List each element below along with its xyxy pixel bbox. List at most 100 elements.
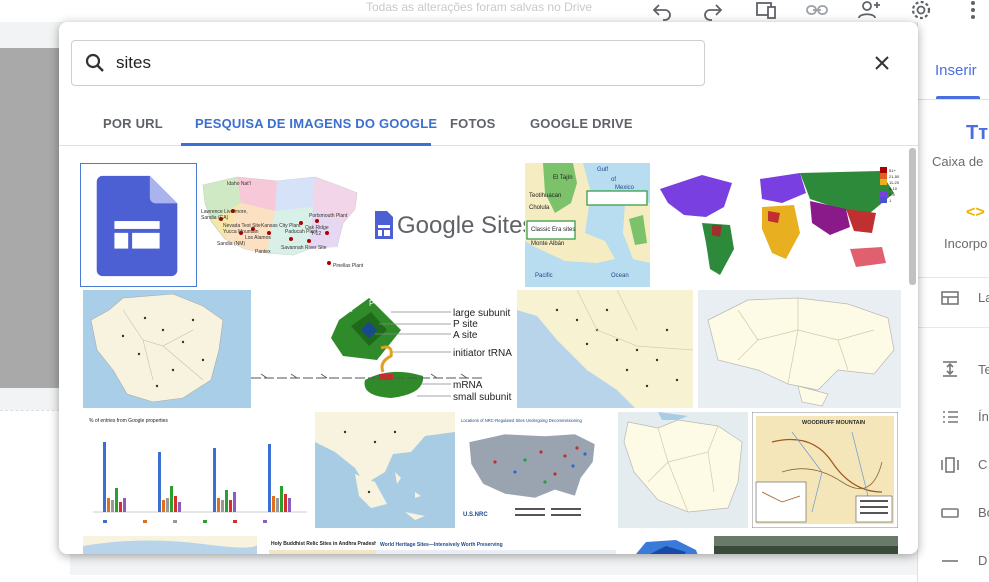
us-map-sites-image[interactable]: Idaho Nat'l Lawrence Livermore,Sandia (C… <box>197 163 367 287</box>
svg-text:Portsmouth Plant: Portsmouth Plant <box>309 213 348 219</box>
results-scrollbar[interactable] <box>907 146 918 554</box>
layout-label[interactable]: La <box>978 290 989 305</box>
divider-label[interactable]: D <box>978 553 987 568</box>
svg-text:2-5: 2-5 <box>889 192 896 197</box>
panel-divider <box>918 327 989 328</box>
svg-text:A site: A site <box>453 330 478 341</box>
bar-chart-image[interactable]: % of entries from Google properties <box>83 412 311 528</box>
svg-text:mRNA: mRNA <box>453 380 483 391</box>
tab-inserir[interactable]: Inserir <box>935 62 977 79</box>
greece-map-image[interactable] <box>315 412 455 528</box>
google-sites-logo-image[interactable] <box>80 163 197 287</box>
iran-map-image[interactable] <box>618 412 748 528</box>
usa-nrc-sites-map-image[interactable]: Locations of NRC-Regulated Sites Undergo… <box>455 412 615 528</box>
carousel-icon[interactable] <box>940 455 960 475</box>
svg-text:Holy Buddhist Relic Sites in A: Holy Buddhist Relic Sites in Andhra Prad… <box>271 541 377 547</box>
text-box-label[interactable]: Caixa de <box>932 154 983 169</box>
embed-label[interactable]: Incorpo <box>944 236 987 251</box>
world-heritage-sites-image[interactable]: World Heritage Sites—Intensively Worth P… <box>376 536 616 554</box>
search-box[interactable] <box>71 40 705 86</box>
toc-icon[interactable] <box>940 407 960 427</box>
svg-text:Teotihuacan: Teotihuacan <box>529 193 561 199</box>
panel-divider <box>918 99 989 100</box>
ribosome-diagram-image[interactable]: large subunitP siteA site initiator tRNA… <box>251 290 517 408</box>
svg-text:WOODRUFF MOUNTAIN: WOODRUFF MOUNTAIN <box>802 420 865 426</box>
collapsible-text-icon[interactable] <box>940 359 960 379</box>
svg-text:Pinellas Plant: Pinellas Plant <box>333 263 364 269</box>
svg-text:El Tajín: El Tajín <box>553 175 573 181</box>
svg-text:Pacific: Pacific <box>535 273 553 279</box>
world-sites-map-image[interactable]: 51+21-5011-206-102-51 <box>650 163 908 287</box>
link-icon[interactable] <box>805 0 829 22</box>
svg-text:P: P <box>369 299 374 308</box>
svg-text:% of entries from Google prope: % of entries from Google properties <box>89 418 168 424</box>
svg-text:Savannah River Site: Savannah River Site <box>281 245 327 251</box>
text-box-icon[interactable]: Tт <box>966 122 988 145</box>
svg-text:P site: P site <box>453 319 478 330</box>
svg-text:Idaho Nat'l: Idaho Nat'l <box>227 181 251 187</box>
close-icon[interactable] <box>871 52 893 74</box>
image-results-grid: Idaho Nat'l Lawrence Livermore,Sandia (C… <box>59 146 908 554</box>
svg-text:Sandia (NM): Sandia (NM) <box>217 241 245 247</box>
button-icon[interactable] <box>940 503 960 523</box>
tab-fotos[interactable]: FOTOS <box>450 104 496 146</box>
svg-text:Cholula: Cholula <box>529 205 550 211</box>
tab-pesquisa-imagens-google[interactable]: PESQUISA DE IMAGENS DO GOOGLE <box>195 104 437 146</box>
tab-google-drive[interactable]: GOOGLE DRIVE <box>530 104 633 146</box>
redo-icon[interactable] <box>701 0 725 22</box>
tab-por-url[interactable]: POR URL <box>103 104 163 146</box>
gear-icon[interactable] <box>909 0 933 22</box>
scrollbar-thumb[interactable] <box>909 148 916 285</box>
layout-icon[interactable] <box>940 288 960 308</box>
mexico-sites-map-image[interactable]: Gulfof Mexico El Tajín Teotihuacan Cholula… <box>525 163 650 287</box>
svg-text:Kansas City Plant: Kansas City Plant <box>261 223 301 229</box>
carousel-label[interactable]: C <box>978 457 987 472</box>
svg-text:small subunit: small subunit <box>453 392 512 403</box>
toc-label[interactable]: Ín <box>978 409 989 424</box>
svg-text:Mexico: Mexico <box>615 185 635 191</box>
svg-text:of: of <box>611 177 616 183</box>
svg-text:21-50: 21-50 <box>889 174 900 179</box>
collapsible-text-label[interactable]: Te <box>978 362 989 377</box>
svg-text:U.S.NRC: U.S.NRC <box>463 512 488 518</box>
insert-panel: Inserir Tт Caixa de <> Incorpo La Te Ín … <box>917 22 989 582</box>
svg-text:Google Sites: Google Sites <box>397 212 525 239</box>
svg-text:World Heritage Sites—Intensive: World Heritage Sites—Intensively Worth P… <box>380 542 503 548</box>
svg-text:Sandia (CA): Sandia (CA) <box>201 215 229 221</box>
source-tabs: POR URL PESQUISA DE IMAGENS DO GOOGLE FO… <box>59 104 918 146</box>
saved-status-text: Todas as alterações foram salvas no Driv… <box>366 0 592 14</box>
svg-text:11-20: 11-20 <box>889 180 900 185</box>
undo-icon[interactable] <box>650 0 674 22</box>
svg-text:initiator tRNA: initiator tRNA <box>453 348 512 359</box>
woodruff-mountain-map-image[interactable]: WOODRUFF MOUNTAIN <box>752 412 898 528</box>
ukraine-map-image[interactable] <box>698 290 901 408</box>
divider-icon[interactable] <box>940 551 960 571</box>
search-input[interactable] <box>116 41 676 85</box>
panel-divider <box>918 277 989 278</box>
svg-text:Y-12: Y-12 <box>311 231 321 237</box>
embed-icon[interactable]: <> <box>966 204 985 222</box>
insert-image-dialog: POR URL PESQUISA DE IMAGENS DO GOOGLE FO… <box>59 22 918 554</box>
svg-text:Ocean: Ocean <box>611 273 629 279</box>
svg-text:Monte Albán: Monte Albán <box>531 241 564 247</box>
add-person-icon[interactable] <box>857 0 881 22</box>
svg-text:A: A <box>347 305 353 314</box>
svg-text:51+: 51+ <box>889 168 896 173</box>
svg-text:large subunit: large subunit <box>453 308 510 319</box>
more-vert-icon[interactable] <box>961 0 985 22</box>
preview-icon[interactable] <box>754 0 778 22</box>
france-map-image[interactable] <box>83 290 251 408</box>
search-icon <box>84 52 106 74</box>
svg-text:Los Alamos: Los Alamos <box>245 235 271 241</box>
adriatic-sites-map-image[interactable] <box>517 290 693 408</box>
svg-text:Gulf: Gulf <box>597 167 608 173</box>
svg-text:Locations of NRC-Regulated Sit: Locations of NRC-Regulated Sites Undergo… <box>461 418 582 423</box>
dark-photo-image[interactable] <box>714 536 898 554</box>
top-toolbar: Todas as alterações foram salvas no Driv… <box>0 0 989 22</box>
svg-text:6-10: 6-10 <box>889 186 898 191</box>
svg-text:Classic Era sites: Classic Era sites <box>531 227 575 233</box>
blue-density-map-image[interactable] <box>616 536 706 554</box>
blue-map-image[interactable] <box>83 536 257 554</box>
button-label[interactable]: Bo <box>978 505 989 520</box>
google-sites-wordmark-image[interactable]: Google Sites <box>367 163 525 287</box>
